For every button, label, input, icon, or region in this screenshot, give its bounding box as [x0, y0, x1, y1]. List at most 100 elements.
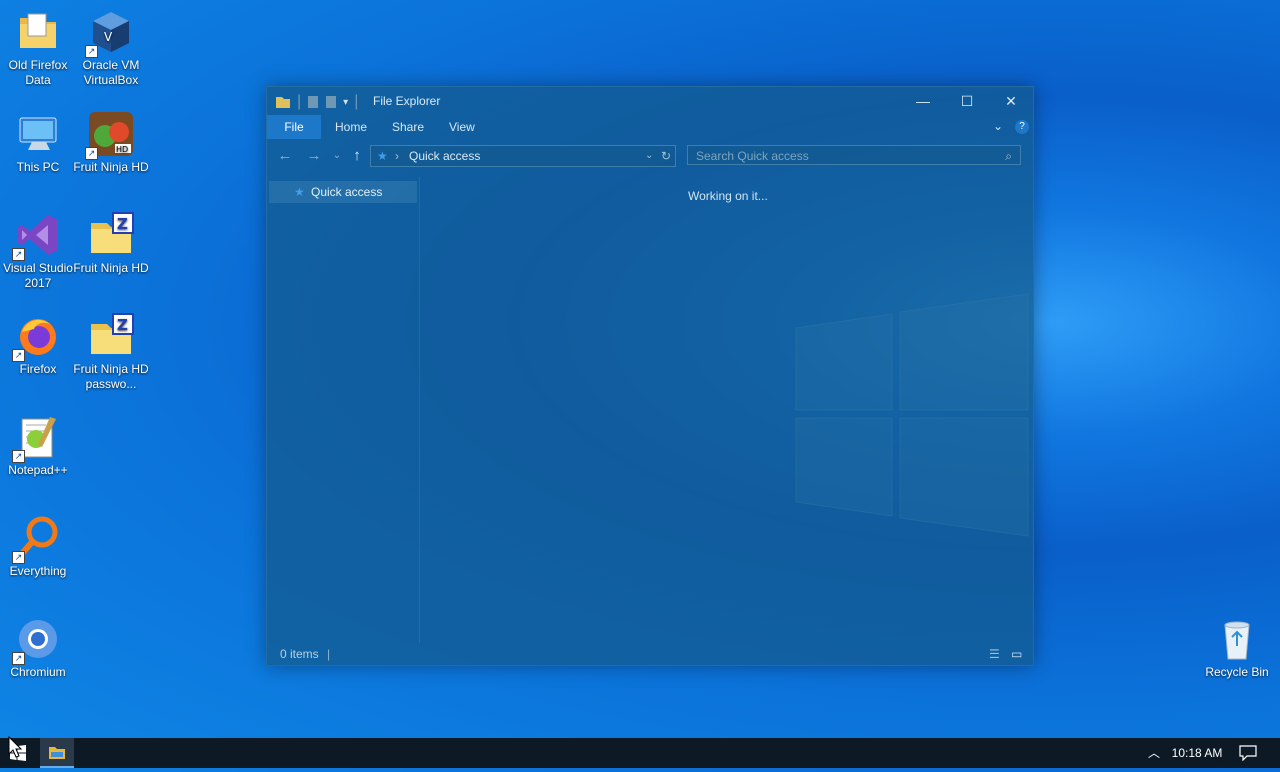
desktop-icon-notepadpp[interactable]: ↗ Notepad++ — [0, 413, 76, 478]
shortcut-arrow-icon: ↗ — [12, 450, 25, 463]
shortcut-arrow-icon: ↗ — [12, 551, 25, 564]
desktop-icon-firefox[interactable]: ↗ Firefox — [0, 312, 76, 377]
tab-file[interactable]: File — [267, 115, 321, 139]
chevron-up-icon: ︿ — [1147, 746, 1160, 760]
shortcut-arrow-icon: ↗ — [85, 45, 98, 58]
window-title: File Explorer — [373, 94, 441, 108]
ribbon-tabs: File Home Share View ⌄ ? — [267, 115, 1033, 139]
computer-icon — [14, 110, 62, 158]
taskbar: ︿ 10:18 AM — [0, 738, 1280, 768]
navigation-bar: ← → ⌄ ↑ ★ › Quick access ⌄ ↻ Search Quic… — [267, 143, 1033, 169]
up-arrow-icon[interactable]: ↑ — [347, 146, 367, 166]
search-placeholder: Search Quick access — [696, 149, 809, 163]
svg-text:Z: Z — [117, 316, 128, 334]
zip-folder-icon: Z — [87, 312, 135, 360]
shortcut-arrow-icon: ↗ — [12, 248, 25, 261]
recycle-bin-icon — [1213, 615, 1261, 663]
forward-arrow-icon[interactable]: → — [304, 146, 324, 166]
show-hidden-icons-button[interactable]: ︿ — [1142, 738, 1166, 768]
navigation-pane: ★ Quick access — [267, 177, 420, 643]
tab-share[interactable]: Share — [382, 115, 434, 139]
desktop-icon-this-pc[interactable]: This PC — [0, 110, 76, 175]
shortcut-arrow-icon: ↗ — [12, 652, 25, 665]
folder-icon — [14, 8, 62, 56]
file-explorer-icon — [49, 747, 65, 759]
new-folder-icon[interactable] — [325, 95, 337, 109]
chromium-icon: ↗ — [12, 615, 62, 665]
item-count: 0 items — [280, 647, 319, 661]
breadcrumb-quick-access[interactable]: Quick access — [409, 146, 480, 166]
zip-folder-icon: Z — [87, 211, 135, 259]
folder-icon — [276, 97, 290, 108]
desktop-icon-fruit-ninja-zip[interactable]: Z Fruit Ninja HD — [73, 211, 149, 276]
expand-ribbon-icon[interactable]: ⌄ — [993, 119, 1003, 133]
desktop-icon-label: Firefox — [19, 362, 57, 376]
address-bar[interactable]: ★ › Quick access ⌄ ↻ — [370, 145, 676, 167]
desktop-icon-virtualbox[interactable]: V ↗ Oracle VM VirtualBox — [73, 8, 149, 88]
notepadpp-icon: ↗ — [12, 413, 62, 463]
desktop: { "desktop": { "icons": [ {"label": "Old… — [0, 0, 1280, 768]
file-list-area[interactable]: Working on it... — [420, 177, 1033, 643]
svg-text:V: V — [104, 30, 113, 44]
desktop-icon-fruit-ninja-password[interactable]: Z Fruit Ninja HD passwo... — [73, 312, 149, 392]
svg-text:Z: Z — [117, 215, 128, 233]
tab-view[interactable]: View — [439, 115, 485, 139]
desktop-icon-label: Old Firefox Data — [8, 58, 68, 87]
clock[interactable]: 10:18 AM — [1166, 738, 1228, 768]
taskbar-file-explorer[interactable] — [40, 738, 74, 768]
search-icon: ⌕ — [1005, 149, 1012, 163]
desktop-icon-visual-studio[interactable]: ↗ Visual Studio 2017 — [0, 211, 76, 291]
tab-home[interactable]: Home — [325, 115, 377, 139]
quick-access-toolbar: | ▾ | — [275, 93, 358, 111]
address-dropdown-icon[interactable]: ⌄ — [645, 146, 653, 166]
fruit-ninja-icon: HD ↗ — [85, 110, 135, 160]
search-box[interactable]: Search Quick access ⌕ — [687, 145, 1021, 165]
nav-item-label: Quick access — [311, 185, 383, 199]
file-explorer-window[interactable]: | ▾ | File Explorer — ☐ ✕ File Home Shar… — [266, 86, 1034, 666]
shortcut-arrow-icon: ↗ — [12, 349, 25, 362]
back-arrow-icon[interactable]: ← — [275, 146, 295, 166]
help-icon[interactable]: ? — [1015, 120, 1029, 134]
mouse-cursor-icon — [8, 736, 22, 758]
quick-access-star-icon: ★ — [377, 149, 388, 163]
clock-time: 10:18 AM — [1171, 746, 1223, 760]
minimize-button[interactable]: — — [901, 87, 945, 115]
desktop-icon-label: Notepad++ — [8, 463, 68, 477]
visual-studio-icon: ↗ — [12, 211, 62, 261]
large-icons-view-icon[interactable]: ▭ — [1011, 643, 1022, 665]
nav-item-quick-access[interactable]: ★ Quick access — [269, 181, 417, 203]
desktop-icon-label: Visual Studio 2017 — [3, 261, 73, 290]
shortcut-arrow-icon: ↗ — [85, 147, 98, 160]
desktop-icon-label: Everything — [9, 564, 67, 578]
details-view-icon[interactable]: ☰ — [989, 643, 1000, 665]
notification-icon — [1239, 745, 1257, 762]
loading-message: Working on it... — [688, 189, 768, 203]
desktop-icon-chromium[interactable]: ↗ Chromium — [0, 615, 76, 680]
properties-icon[interactable] — [307, 95, 319, 109]
status-bar: 0 items | ☰ ▭ — [267, 643, 1033, 665]
desktop-icon-everything[interactable]: ↗ Everything — [0, 514, 76, 579]
everything-search-icon: ↗ — [12, 514, 62, 564]
breadcrumb-chevron-icon: › — [395, 149, 399, 163]
desktop-icon-old-firefox-data[interactable]: Old Firefox Data — [0, 8, 76, 88]
quick-access-star-icon: ★ — [294, 185, 305, 199]
action-center-button[interactable] — [1234, 738, 1262, 768]
firefox-icon: ↗ — [12, 312, 62, 362]
close-button[interactable]: ✕ — [989, 87, 1033, 115]
title-bar[interactable]: | ▾ | File Explorer — ☐ ✕ — [267, 87, 1033, 115]
desktop-icon-label: Fruit Ninja HD — [73, 160, 149, 174]
desktop-icon-label: Chromium — [10, 665, 66, 679]
desktop-icon-label: This PC — [16, 160, 60, 174]
recent-locations-icon[interactable]: ⌄ — [327, 146, 347, 166]
desktop-icon-label: Fruit Ninja HD passwo... — [73, 362, 149, 391]
desktop-icon-label: Oracle VM VirtualBox — [82, 58, 140, 87]
maximize-button[interactable]: ☐ — [945, 87, 989, 115]
customize-toolbar-icon[interactable]: ▾ — [343, 97, 348, 108]
desktop-icon-fruit-ninja[interactable]: HD ↗ Fruit Ninja HD — [73, 110, 149, 175]
desktop-icon-label: Fruit Ninja HD — [73, 261, 149, 275]
desktop-icon-recycle-bin[interactable]: Recycle Bin — [1199, 615, 1275, 680]
virtualbox-icon: V ↗ — [85, 8, 135, 58]
refresh-icon[interactable]: ↻ — [661, 146, 671, 166]
svg-text:HD: HD — [116, 145, 128, 154]
desktop-icon-label: Recycle Bin — [1205, 665, 1269, 679]
